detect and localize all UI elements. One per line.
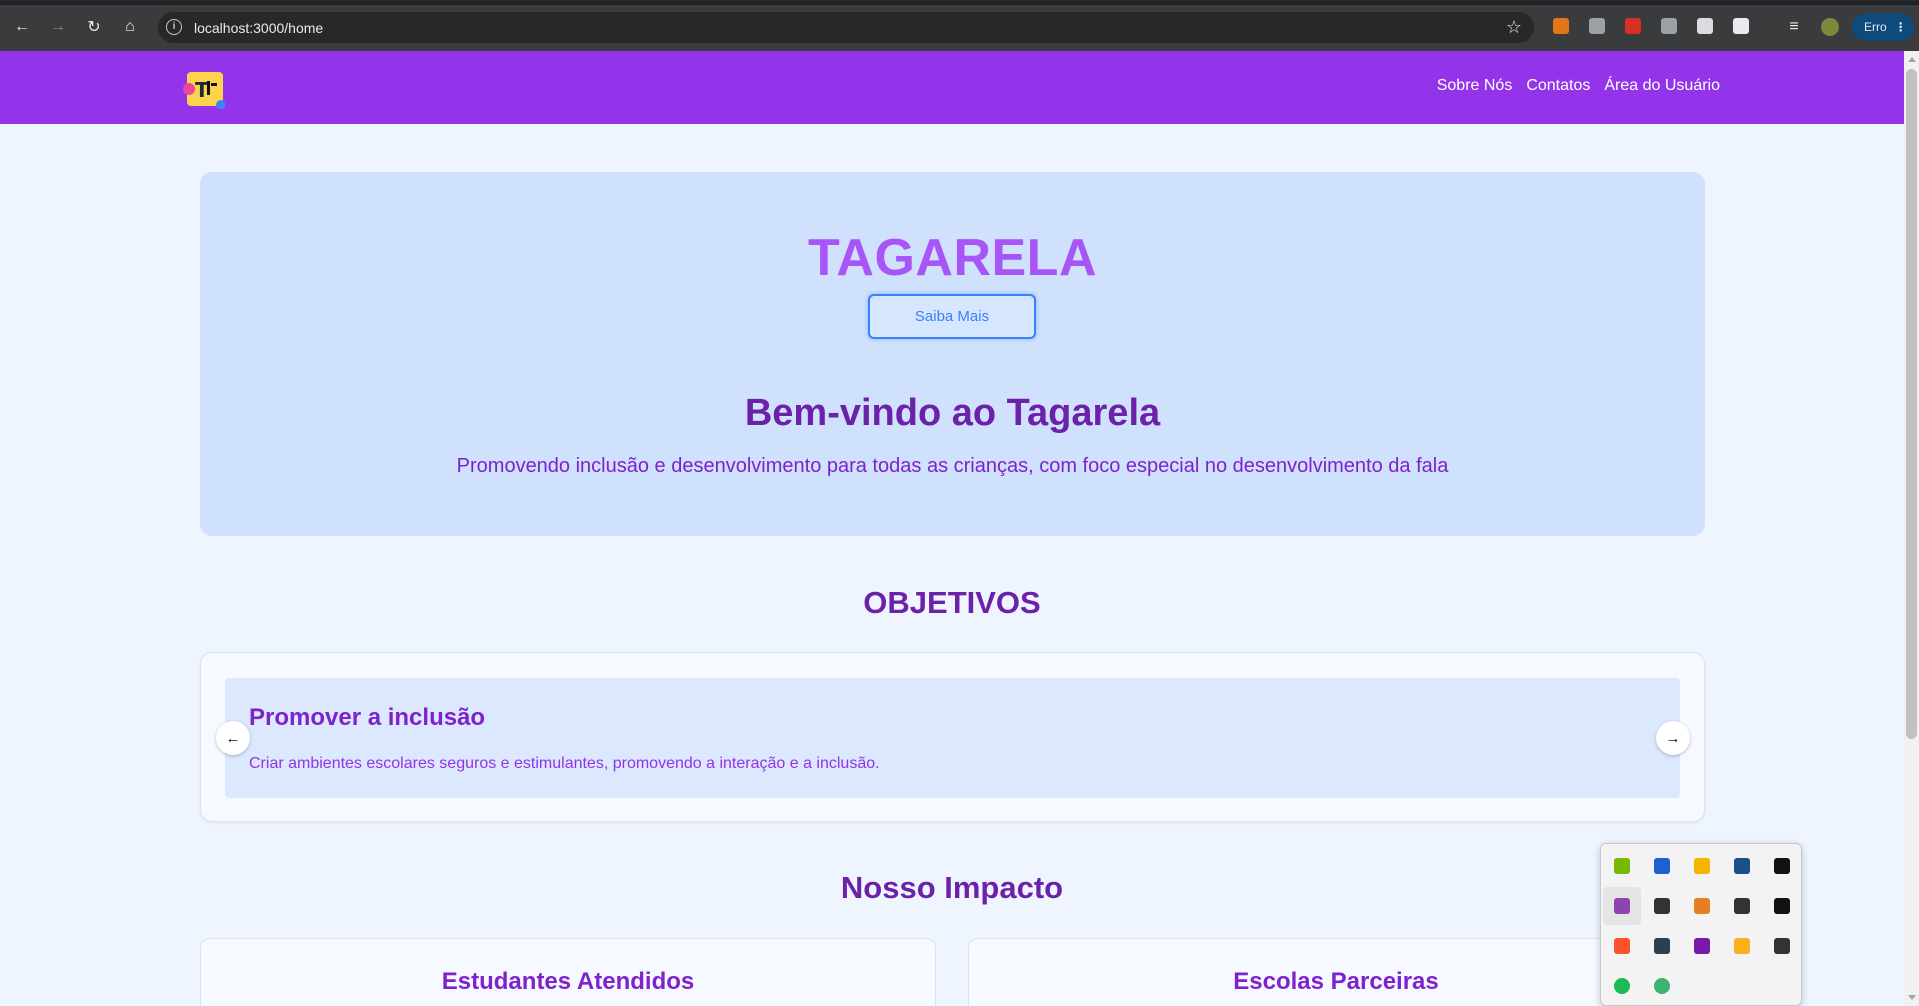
url-text[interactable]: localhost:3000/home [194, 20, 323, 36]
spotify-icon[interactable] [1603, 967, 1641, 1005]
site-info-icon[interactable]: i [166, 19, 182, 35]
scroll-down-icon[interactable] [1908, 995, 1916, 1000]
rockstar-icon[interactable] [1723, 927, 1761, 965]
diamond-app-icon[interactable] [1723, 887, 1761, 925]
site-header: T Sobre Nós Contatos Área do Usuário [0, 51, 1904, 124]
stat-card-title: Escolas Parceiras [1233, 968, 1439, 995]
profile-button[interactable]: Erro ⋮ [1852, 13, 1914, 41]
extension-doc-icon[interactable] [1697, 18, 1713, 34]
stat-card-title: Estudantes Atendidos [441, 968, 695, 995]
nav-contatos[interactable]: Contatos [1526, 77, 1590, 95]
hero-section: TAGARELA Saiba Mais Bem-vindo ao Tagarel… [200, 172, 1705, 536]
address-bar[interactable]: i localhost:3000/home ☆ [158, 12, 1534, 43]
security-shield-icon[interactable] [1683, 847, 1721, 885]
webcam-icon[interactable] [1643, 887, 1681, 925]
welcome-heading: Bem-vindo ao Tagarela [744, 392, 1161, 434]
objetivos-title: OBJETIVOS [863, 585, 1041, 620]
back-icon[interactable]: ← [10, 15, 34, 39]
system-tray-overflow [1600, 843, 1802, 1006]
brave-icon[interactable] [1603, 927, 1641, 965]
forward-icon[interactable]: → [46, 15, 70, 39]
display-icon[interactable] [1763, 927, 1801, 965]
extension-aw-icon[interactable] [1661, 18, 1677, 34]
tab-search-icon[interactable]: ≡ [1782, 15, 1806, 39]
hero-title: TAGARELA [807, 229, 1097, 287]
home-icon[interactable]: ⌂ [118, 15, 142, 39]
scrollbar-thumb[interactable] [1906, 69, 1917, 739]
slide-text: Criar ambientes escolares seguros e esti… [249, 755, 880, 772]
profile-label: Erro [1864, 20, 1887, 34]
page-scrollbar[interactable] [1904, 51, 1919, 1006]
bookmark-star-icon[interactable]: ☆ [1506, 17, 1522, 38]
slide-title: Promover a inclusão [249, 704, 486, 731]
tab-strip [0, 1, 1919, 5]
extension-red-icon[interactable] [1625, 18, 1641, 34]
onenote-icon[interactable] [1683, 927, 1721, 965]
profile-avatar-icon[interactable] [1818, 15, 1842, 39]
scroll-up-icon[interactable] [1908, 57, 1916, 62]
nav-area-usuario[interactable]: Área do Usuário [1604, 77, 1720, 95]
g-hub-icon[interactable] [1763, 847, 1801, 885]
puzzle-extensions-icon[interactable] [1733, 18, 1749, 34]
menu-kebab-icon[interactable]: ⋮ [1895, 20, 1907, 34]
cloud-sync-icon[interactable] [1643, 927, 1681, 965]
tagarela-logo[interactable]: T [183, 69, 225, 109]
stat-card-estudantes: Estudantes Atendidos [200, 938, 936, 1006]
hero-subtitle: Promovendo inclusão e desenvolvimento pa… [456, 455, 1449, 477]
objetivos-carousel: Promover a inclusão Criar ambientes esco… [200, 652, 1705, 822]
stat-card-escolas: Escolas Parceiras [968, 938, 1704, 1006]
carousel-prev-button[interactable]: ← [216, 721, 250, 755]
arrow-right-icon: → [1665, 729, 1681, 747]
malwarebytes-icon[interactable] [1643, 847, 1681, 885]
metamask-icon[interactable] [1553, 18, 1569, 34]
main-nav: Sobre Nós Contatos Área do Usuário [1437, 77, 1720, 95]
arrow-left-icon: ← [225, 729, 241, 747]
reload-icon[interactable]: ↻ [82, 15, 106, 39]
nvidia-icon[interactable] [1603, 847, 1641, 885]
browser-toolbar: ← → ↻ ⌂ i localhost:3000/home ☆ ≡ Erro ⋮ [0, 0, 1919, 51]
epic-games-icon[interactable] [1763, 887, 1801, 925]
green-status-icon[interactable] [1643, 967, 1681, 1005]
saiba-mais-button[interactable]: Saiba Mais [868, 294, 1036, 339]
carousel-slide: Promover a inclusão Criar ambientes esco… [225, 678, 1680, 798]
steam-icon[interactable] [1723, 847, 1761, 885]
carousel-next-button[interactable]: → [1656, 721, 1690, 755]
svg-text:T: T [195, 78, 209, 102]
pen-icon[interactable] [1603, 887, 1641, 925]
nav-sobre-nos[interactable]: Sobre Nós [1437, 77, 1513, 95]
orange-app-icon[interactable] [1683, 887, 1721, 925]
extension-gray-icon[interactable] [1589, 18, 1605, 34]
